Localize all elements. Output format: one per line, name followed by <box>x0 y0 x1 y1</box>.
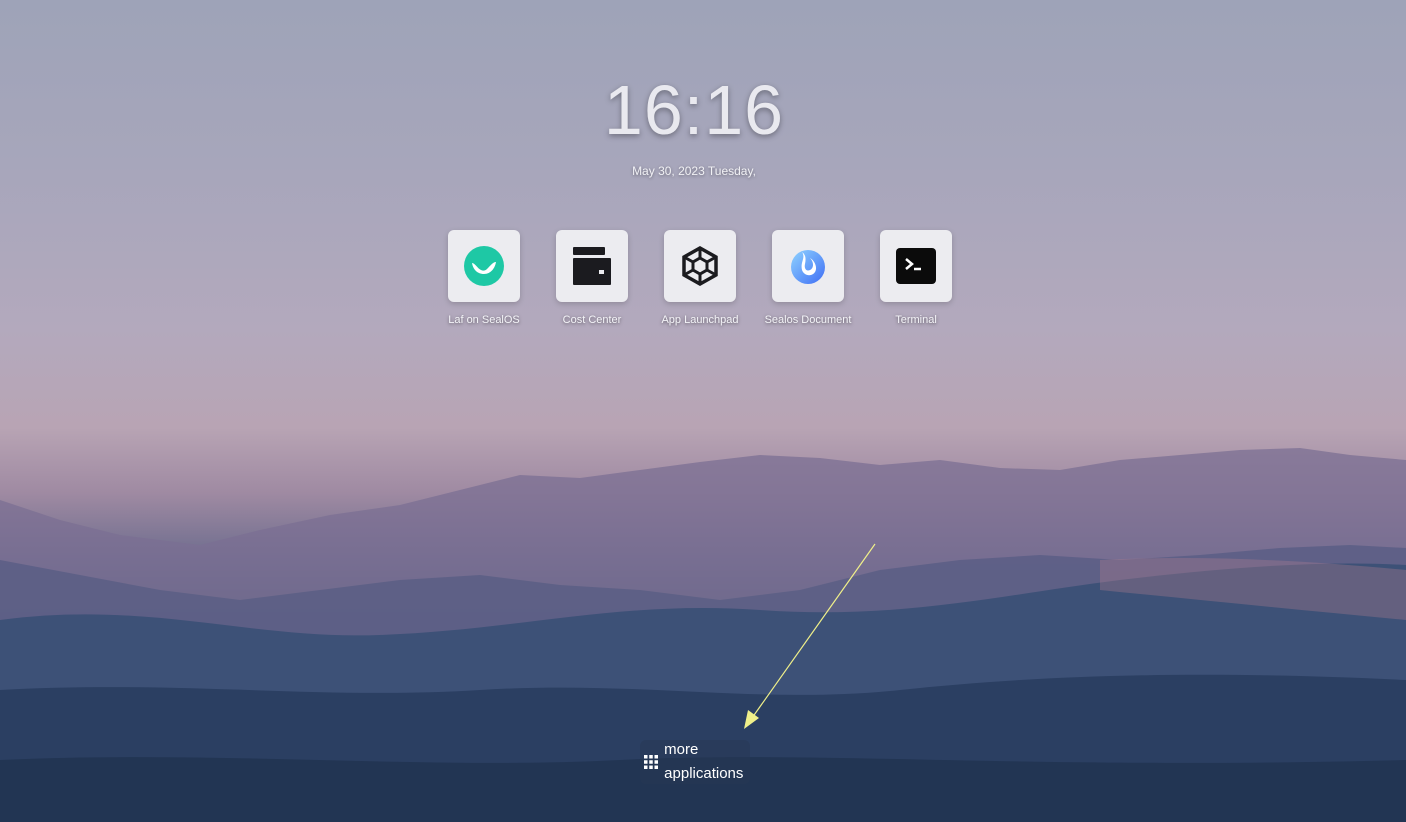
app-label: Laf on SealOS <box>448 314 520 326</box>
app-tile[interactable] <box>772 230 844 302</box>
more-applications-button[interactable]: more applications <box>640 740 750 784</box>
more-applications-label: more applications <box>664 741 744 782</box>
app-tile[interactable] <box>556 230 628 302</box>
app-sealos-document[interactable]: Sealos Document <box>754 230 862 329</box>
wallet-icon <box>573 247 611 285</box>
app-app-launchpad[interactable]: App Launchpad <box>646 230 754 329</box>
app-laf-on-sealos[interactable]: Laf on SealOS <box>430 230 538 329</box>
app-label: App Launchpad <box>661 314 739 326</box>
date-label: May 30, 2023 Tuesday, <box>632 164 756 178</box>
app-tile[interactable] <box>448 230 520 302</box>
app-tile[interactable] <box>664 230 736 302</box>
app-label: Sealos Document <box>764 314 852 326</box>
app-tile[interactable] <box>880 230 952 302</box>
launchpad-icon <box>682 246 718 286</box>
app-terminal[interactable]: Terminal <box>862 230 970 329</box>
app-cost-center[interactable]: Cost Center <box>538 230 646 329</box>
desktop-app-grid: Laf on SealOS Cost Center App Launchpad … <box>430 230 970 329</box>
laf-icon <box>464 246 504 286</box>
document-icon <box>791 250 825 284</box>
desktop: 16:16 May 30, 2023 Tuesday, Laf on SealO… <box>0 0 1406 822</box>
terminal-icon <box>896 248 936 284</box>
app-label: Terminal <box>895 314 937 326</box>
clock: 16:16 <box>603 71 785 149</box>
grid-icon <box>642 755 659 769</box>
app-label: Cost Center <box>562 314 622 326</box>
